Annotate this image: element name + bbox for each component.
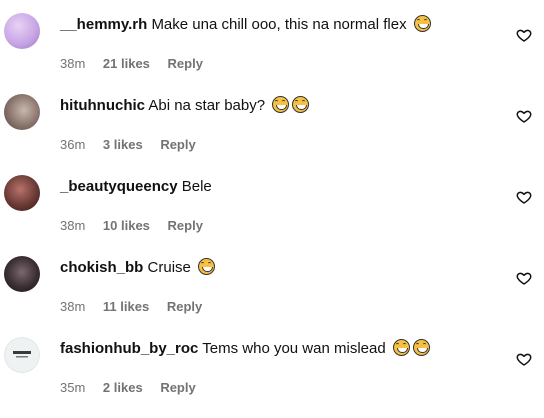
comment-content: __hemmy.rh Make una chill ooo, this na n… <box>60 15 431 35</box>
comment-text: Bele <box>181 178 212 195</box>
comment-username[interactable]: hituhnuchic <box>60 97 145 114</box>
comment-time: 35m <box>60 380 86 395</box>
avatar[interactable] <box>4 94 40 130</box>
comment-username[interactable]: _beautyqueency <box>60 178 178 195</box>
reply-button[interactable]: Reply <box>160 137 195 152</box>
comment-item: fashionhub_by_roc Tems who you wan misle… <box>0 324 544 405</box>
avatar[interactable] <box>4 256 40 292</box>
reply-button[interactable]: Reply <box>167 299 202 314</box>
grinning-squint-face-icon <box>413 15 431 32</box>
heart-icon[interactable] <box>516 270 532 286</box>
heart-icon[interactable] <box>516 189 532 205</box>
comment-likes[interactable]: 10 likes <box>103 218 150 233</box>
avatar[interactable] <box>4 337 40 373</box>
comment-content: _beautyqueency Bele <box>60 177 212 197</box>
avatar[interactable] <box>4 13 40 49</box>
reply-button[interactable]: Reply <box>160 380 195 395</box>
avatar[interactable] <box>4 175 40 211</box>
comment-meta: 38m 10 likes Reply <box>60 218 217 234</box>
comment-item: chokish_bb Cruise 38m 11 likes Reply <box>0 243 544 324</box>
comment-username[interactable]: __hemmy.rh <box>60 16 147 33</box>
comment-time: 36m <box>60 137 86 152</box>
comment-item: _beautyqueency Bele 38m 10 likes Reply <box>0 162 544 243</box>
comment-content: fashionhub_by_roc Tems who you wan misle… <box>60 339 430 359</box>
comment-username[interactable]: chokish_bb <box>60 259 143 276</box>
heart-icon[interactable] <box>516 351 532 367</box>
comment-meta: 35m 2 likes Reply <box>60 380 210 396</box>
comment-meta: 38m 21 likes Reply <box>60 56 217 72</box>
comment-username[interactable]: fashionhub_by_roc <box>60 340 198 357</box>
heart-icon[interactable] <box>516 27 532 43</box>
comment-likes[interactable]: 21 likes <box>103 56 150 71</box>
reply-button[interactable]: Reply <box>168 56 203 71</box>
comment-time: 38m <box>60 218 86 233</box>
comment-meta: 38m 11 likes Reply <box>60 299 216 315</box>
comment-content: hituhnuchic Abi na star baby? <box>60 96 310 116</box>
comment-meta: 36m 3 likes Reply <box>60 137 210 153</box>
comment-item: hituhnuchic Abi na star baby? 36m 3 like… <box>0 81 544 162</box>
comment-text: Tems who you wan mislead <box>202 340 386 357</box>
reply-button[interactable]: Reply <box>168 218 203 233</box>
comment-time: 38m <box>60 299 86 314</box>
heart-icon[interactable] <box>516 108 532 124</box>
comment-content: chokish_bb Cruise <box>60 258 216 278</box>
grinning-squint-face-icon <box>392 339 410 356</box>
comment-text: Make una chill ooo, this na normal flex <box>151 16 407 33</box>
comment-text: Abi na star baby? <box>148 97 266 114</box>
comment-text: Cruise <box>147 259 191 276</box>
grinning-squint-face-icon <box>272 96 290 113</box>
comment-item: __hemmy.rh Make una chill ooo, this na n… <box>0 0 544 81</box>
grinning-squint-face-icon <box>198 258 216 275</box>
comments-list: __hemmy.rh Make una chill ooo, this na n… <box>0 0 544 418</box>
comment-likes[interactable]: 2 likes <box>103 380 143 395</box>
grinning-squint-face-icon <box>292 96 310 113</box>
comment-likes[interactable]: 3 likes <box>103 137 143 152</box>
fashionhub-logo-icon <box>13 351 31 358</box>
grinning-squint-face-icon <box>412 339 430 356</box>
comment-likes[interactable]: 11 likes <box>103 299 149 314</box>
comment-time: 38m <box>60 56 86 71</box>
